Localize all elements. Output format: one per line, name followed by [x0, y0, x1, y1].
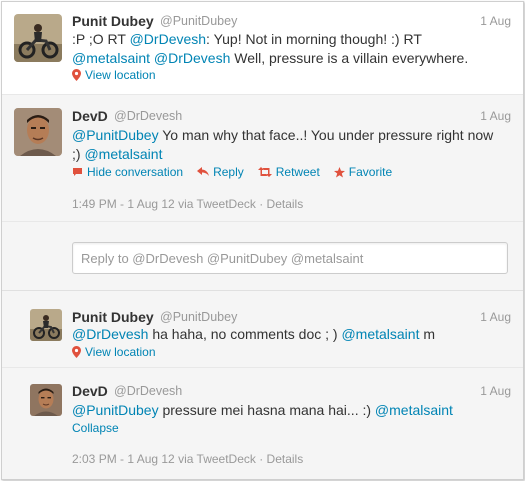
- mention-link[interactable]: @metalsaint: [72, 50, 150, 66]
- speech-bubble-icon: [72, 167, 83, 177]
- avatar[interactable]: [14, 14, 62, 62]
- reply-input[interactable]: Reply to @DrDevesh @PunitDubey @metalsai…: [72, 242, 508, 274]
- view-location-label: View location: [85, 345, 156, 359]
- timestamp[interactable]: 1 Aug: [480, 14, 511, 28]
- hide-conversation-button[interactable]: Hide conversation: [72, 165, 183, 179]
- tweet-text: @DrDevesh ha haha, no comments doc ; ) @…: [72, 325, 502, 344]
- map-pin-icon: [72, 346, 81, 358]
- username[interactable]: @DrDevesh: [114, 109, 182, 123]
- favorite-label: Favorite: [348, 165, 393, 179]
- username[interactable]: @DrDevesh: [114, 384, 182, 398]
- view-location-label: View location: [85, 68, 156, 82]
- conversation-panel: Punit Dubey @PunitDubey 1 Aug :P ;O RT @…: [1, 1, 524, 480]
- mention-link[interactable]: @DrDevesh: [130, 31, 206, 47]
- display-name[interactable]: DevD: [72, 108, 108, 124]
- map-pin-icon: [72, 69, 81, 81]
- mention-link[interactable]: @metalsaint: [375, 402, 453, 418]
- hide-conversation-label: Hide conversation: [87, 165, 184, 179]
- tweet-text: @PunitDubey Yo man why that face..! You …: [72, 126, 502, 164]
- tweet-3[interactable]: Punit Dubey @PunitDubey 1 Aug @DrDevesh …: [2, 291, 523, 368]
- timestamp[interactable]: 1 Aug: [480, 109, 511, 123]
- view-location-link[interactable]: View location: [72, 68, 156, 82]
- reply-button[interactable]: Reply: [197, 165, 244, 179]
- retweet-icon: [257, 167, 272, 177]
- text-segment: ha haha, no comments doc ; ): [148, 326, 342, 342]
- tweet-actions: Hide conversation Reply Retweet Favorite: [72, 165, 392, 179]
- timestamp[interactable]: 1 Aug: [480, 310, 511, 324]
- tweet-text: @PunitDubey pressure mei hasna mana hai.…: [72, 401, 502, 420]
- tweet-1[interactable]: Punit Dubey @PunitDubey 1 Aug :P ;O RT @…: [2, 2, 523, 95]
- view-location-link[interactable]: View location: [72, 345, 156, 359]
- mention-link[interactable]: @PunitDubey: [72, 127, 159, 143]
- text-segment: m: [419, 326, 436, 342]
- reply-area: Reply to @DrDevesh @PunitDubey @metalsai…: [2, 222, 523, 291]
- retweet-label: Retweet: [275, 165, 320, 179]
- reply-label: Reply: [213, 165, 244, 179]
- text-segment: : Yup! Not in morning though! :) RT: [206, 31, 422, 47]
- tweet-2[interactable]: DevD @DrDevesh 1 Aug @PunitDubey Yo man …: [2, 95, 523, 222]
- display-name[interactable]: Punit Dubey: [72, 309, 154, 325]
- username[interactable]: @PunitDubey: [160, 310, 237, 324]
- collapse-link[interactable]: Collapse: [72, 421, 119, 435]
- display-name[interactable]: Punit Dubey: [72, 13, 154, 29]
- reply-arrow-icon: [197, 167, 210, 177]
- display-name[interactable]: DevD: [72, 383, 108, 399]
- timestamp[interactable]: 1 Aug: [480, 384, 511, 398]
- avatar[interactable]: [30, 309, 62, 341]
- text-segment: Well, pressure is a villain everywhere.: [230, 50, 469, 66]
- tweet-text: :P ;O RT @DrDevesh: Yup! Not in morning …: [72, 30, 502, 68]
- mention-link[interactable]: @metalsaint: [341, 326, 419, 342]
- tweet-meta[interactable]: 2:03 PM - 1 Aug 12 via TweetDeck · Detai…: [72, 452, 303, 466]
- avatar[interactable]: [14, 108, 62, 156]
- avatar[interactable]: [30, 384, 62, 416]
- text-segment: pressure mei hasna mana hai... :): [158, 402, 375, 418]
- tweet-4[interactable]: DevD @DrDevesh 1 Aug @PunitDubey pressur…: [2, 368, 523, 479]
- tweet-meta[interactable]: 1:49 PM - 1 Aug 12 via TweetDeck · Detai…: [72, 197, 303, 211]
- mention-link[interactable]: @PunitDubey: [72, 402, 159, 418]
- retweet-button[interactable]: Retweet: [257, 165, 320, 179]
- star-icon: [333, 166, 345, 178]
- mention-link[interactable]: @metalsaint: [84, 146, 162, 162]
- mention-link[interactable]: @DrDevesh: [72, 326, 148, 342]
- favorite-button[interactable]: Favorite: [333, 165, 393, 179]
- username[interactable]: @PunitDubey: [160, 14, 237, 28]
- text-segment: :P ;O RT: [72, 31, 130, 47]
- mention-link[interactable]: @DrDevesh: [154, 50, 230, 66]
